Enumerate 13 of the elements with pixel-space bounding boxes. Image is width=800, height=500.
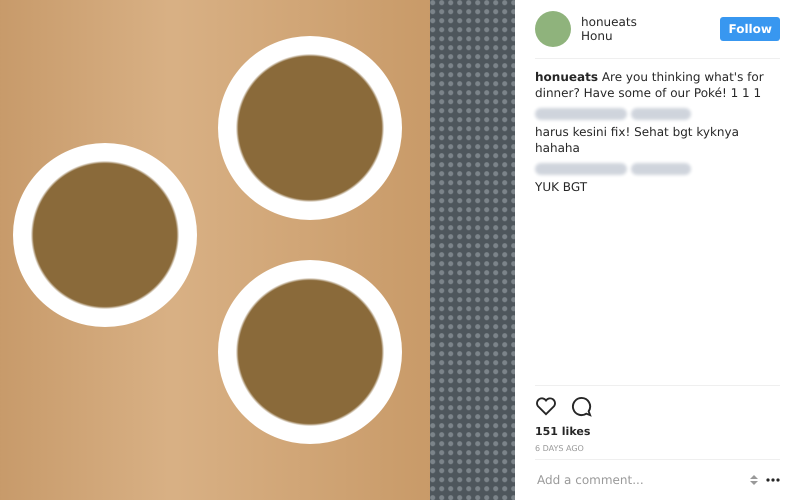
username[interactable]: honueats [581,15,710,29]
blurred-username [631,108,691,120]
post-time: 6 DAYS AGO [535,444,780,460]
resize-icon [750,474,758,486]
likes-count: 151 likes [535,425,592,438]
location[interactable]: Honu [581,29,710,43]
comment-icon[interactable] [571,396,592,417]
blurred-username [631,163,691,175]
comment-text: YUK BGT [535,179,588,195]
caption: honueats Are you thinking what's for dinner? Have some of our Poké! 1 1 1 [535,69,765,101]
more-options-icon[interactable] [766,478,780,482]
heart-icon[interactable] [535,396,557,416]
comment-text: harus kesini fix! Sehat bgt kyknya hahaha [535,124,740,156]
